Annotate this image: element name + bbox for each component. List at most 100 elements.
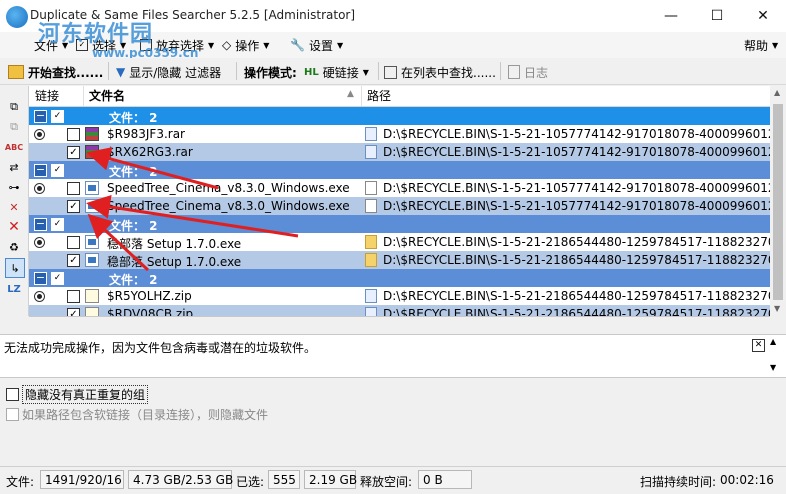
results-grid[interactable]: 链接 文件名 ▲ 路径 − ✓ 文件： 2 $R983JF3.rar D:\$RECYC… xyxy=(29,86,770,317)
file-checkbox[interactable] xyxy=(67,290,80,303)
file-checkbox[interactable]: ✓ xyxy=(67,308,80,316)
minimize-button[interactable]: — xyxy=(648,0,694,32)
group-row[interactable]: − ✓ 文件： 2 xyxy=(29,269,770,287)
recycle-icon xyxy=(365,307,377,316)
file-checkbox[interactable]: ✓ xyxy=(67,200,80,213)
hide-groups-option[interactable]: 隐藏没有真正重复的组 xyxy=(6,385,149,404)
column-filename[interactable]: 文件名 xyxy=(83,86,362,106)
file-name: 稳部落 Setup 1.7.0.exe xyxy=(107,237,242,251)
selected-label: 已选: xyxy=(236,475,265,489)
close-button[interactable]: ✕ xyxy=(740,0,786,32)
file-row[interactable]: ✓ SpeedTree_Cinema_v8.3.0_Windows.exe D:\$… xyxy=(29,197,770,215)
collapse-icon[interactable]: − xyxy=(34,272,47,285)
file-row[interactable]: ✓ $RDV08CB.zip D:\$RECYCLE.BIN\S-1-5-21-21… xyxy=(29,305,770,316)
collapse-icon[interactable]: − xyxy=(34,110,47,123)
file-row[interactable]: $R5YOLHZ.zip D:\$RECYCLE.BIN\S-1-5-21-218… xyxy=(29,287,770,305)
message-scroll-down-icon[interactable]: ▼ xyxy=(770,363,776,372)
delete-icon[interactable]: ✕ xyxy=(5,218,23,236)
hide-symlink-label: 如果路径包含软链接（目录连接），则隐藏文件 xyxy=(22,408,269,422)
chevron-down-icon: ▼ xyxy=(772,40,779,50)
menu-settings-label: 设置 xyxy=(308,38,333,53)
file-checkbox[interactable] xyxy=(67,128,80,141)
group-label: 文件： 2 xyxy=(109,219,158,233)
folder-search-icon xyxy=(8,65,24,79)
maximize-button[interactable]: ☐ xyxy=(694,0,740,32)
hardlink-active-icon[interactable]: ↳ xyxy=(5,258,25,278)
file-row[interactable]: ✓ 稳部落 Setup 1.7.0.exe D:\$RECYCLE.BIN\S-1-… xyxy=(29,251,770,269)
start-search-button[interactable]: 开始查找...... xyxy=(8,63,103,81)
group-label: 文件： 2 xyxy=(109,165,158,179)
file-path: D:\$RECYCLE.BIN\S-1-5-21-2186544480-1259… xyxy=(383,253,770,267)
files-size: 4.73 GB/2.53 GB xyxy=(128,470,233,489)
delete-copy-icon[interactable]: ✕ xyxy=(5,198,23,216)
move-icon[interactable]: ⇄ xyxy=(5,158,23,176)
filter-toggle-button[interactable]: ▼ 显示/隐藏 过滤器 xyxy=(116,63,221,81)
hardlink-icon: HL xyxy=(304,66,319,78)
hide-symlink-checkbox[interactable] xyxy=(6,408,19,421)
group-row[interactable]: − ✓ 文件： 2 xyxy=(29,107,770,125)
link-icon[interactable]: ⊶ xyxy=(5,178,23,196)
file-name: SpeedTree_Cinema_v8.3.0_Windows.exe xyxy=(107,181,350,195)
group-checkbox[interactable]: ✓ xyxy=(51,164,64,177)
scan-time-value: 00:02:16 xyxy=(720,473,774,487)
operation-mode-caption: 操作模式: xyxy=(244,65,297,80)
log-label: 日志 xyxy=(524,65,549,80)
message-scroll-up-icon[interactable]: ▲ xyxy=(770,337,776,346)
collapse-icon[interactable]: − xyxy=(34,164,47,177)
file-row[interactable]: 稳部落 Setup 1.7.0.exe D:\$RECYCLE.BIN\S-1-5… xyxy=(29,233,770,251)
log-icon xyxy=(508,65,520,79)
menu-settings[interactable]: 🔧 设置 ▼ xyxy=(290,36,343,54)
free-space-value: 0 B xyxy=(418,470,472,489)
sort-ascending-icon: ▲ xyxy=(347,89,354,99)
group-row[interactable]: − ✓ 文件： 2 xyxy=(29,215,770,233)
hide-symlink-option[interactable]: 如果路径包含软链接（目录连接），则隐藏文件 xyxy=(6,406,268,423)
rename-icon[interactable]: ABC xyxy=(5,138,23,156)
watermark-text: 河东软件园 xyxy=(38,21,154,47)
group-checkbox[interactable]: ✓ xyxy=(51,218,64,231)
files-count: 1491/920/16 xyxy=(40,470,124,489)
column-path[interactable]: 路径 xyxy=(361,86,770,106)
file-name: $R5YOLHZ.zip xyxy=(107,289,192,303)
lz-icon[interactable]: LZ xyxy=(5,280,23,298)
message-close-button[interactable]: ✕ xyxy=(752,339,765,352)
master-radio[interactable] xyxy=(34,129,45,140)
menu-help[interactable]: 帮助 ▼ xyxy=(744,36,778,54)
log-button[interactable]: 日志 xyxy=(508,63,548,81)
scroll-down-icon[interactable]: ▼ xyxy=(774,304,780,313)
rar-file-icon xyxy=(85,127,99,141)
file-checkbox[interactable] xyxy=(67,236,80,249)
menu-operation-label: 操作 xyxy=(235,38,260,53)
menu-operation[interactable]: ◇ 操作 ▼ xyxy=(222,36,269,54)
scrollbar-thumb[interactable] xyxy=(773,104,783,300)
hide-groups-checkbox[interactable] xyxy=(6,388,19,401)
master-radio[interactable] xyxy=(34,237,45,248)
group-checkbox[interactable]: ✓ xyxy=(51,110,64,123)
collapse-icon[interactable]: − xyxy=(34,218,47,231)
scroll-up-icon[interactable]: ▲ xyxy=(774,88,780,97)
zip-file-icon xyxy=(85,289,99,303)
grid-header: 链接 文件名 ▲ 路径 xyxy=(29,86,770,107)
file-row[interactable]: ✓ $RX62RG3.rar D:\$RECYCLE.BIN\S-1-5-21-10… xyxy=(29,143,770,161)
folder-icon xyxy=(365,235,377,249)
copy-gray-icon[interactable]: ⧉ xyxy=(5,118,23,136)
rar-file-icon xyxy=(85,145,99,159)
master-radio[interactable] xyxy=(34,183,45,194)
column-link[interactable]: 链接 xyxy=(29,86,84,106)
file-row[interactable]: SpeedTree_Cinema_v8.3.0_Windows.exe D:\$R… xyxy=(29,179,770,197)
find-in-list-label: 在列表中查找...... xyxy=(401,65,496,80)
group-row[interactable]: − ✓ 文件： 2 xyxy=(29,161,770,179)
master-radio[interactable] xyxy=(34,291,45,302)
toolbar-separator xyxy=(378,62,379,80)
group-label: 文件： 2 xyxy=(109,111,158,125)
group-checkbox[interactable]: ✓ xyxy=(51,272,64,285)
recycle-bin-icon[interactable]: ♻ xyxy=(5,238,23,256)
operation-mode-dropdown[interactable]: HL 硬链接 ▼ xyxy=(304,63,369,81)
file-icon xyxy=(365,199,377,213)
app-icon xyxy=(6,6,28,28)
file-checkbox[interactable] xyxy=(67,182,80,195)
find-in-list-button[interactable]: 在列表中查找...... xyxy=(384,63,496,81)
file-row[interactable]: $R983JF3.rar D:\$RECYCLE.BIN\S-1-5-21-105… xyxy=(29,125,770,143)
file-checkbox[interactable]: ✓ xyxy=(67,146,80,159)
file-checkbox[interactable]: ✓ xyxy=(67,254,80,267)
copy-icon[interactable]: ⧉ xyxy=(5,98,23,116)
